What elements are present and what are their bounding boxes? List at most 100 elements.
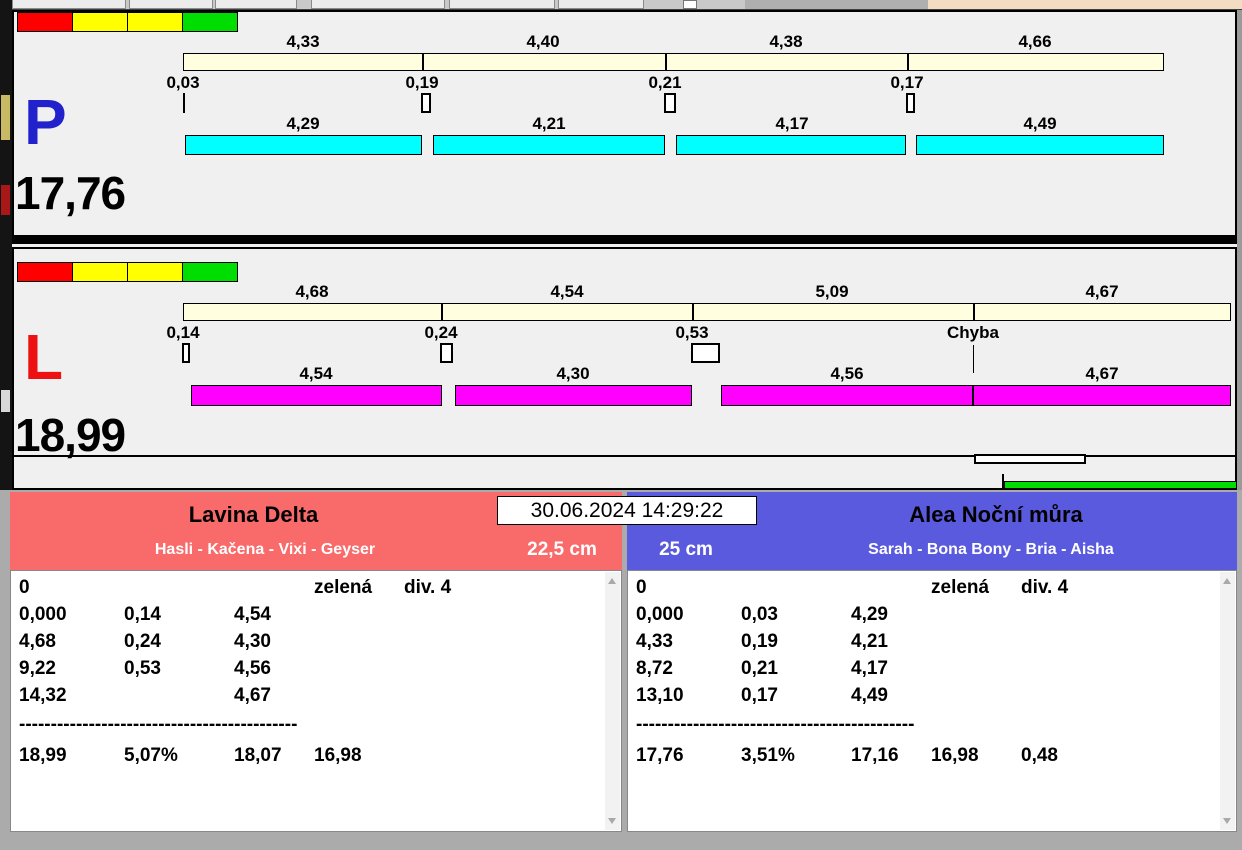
- result-cell: 0: [636, 577, 647, 598]
- changeover-box: [664, 93, 676, 113]
- split-bar-divider: [422, 53, 424, 71]
- traffic-light-L-segment: [127, 262, 183, 282]
- changeover-label: 0,14: [166, 323, 200, 342]
- result-cell: 8,72: [636, 658, 673, 679]
- result-cell: 4,56: [234, 658, 271, 679]
- dog-time-label: 4,29: [286, 114, 320, 133]
- scroll-up-icon[interactable]: [608, 578, 616, 584]
- split-bar-divider: [907, 53, 909, 71]
- leg-time-label: 4,33: [286, 32, 320, 51]
- background-tab: [311, 0, 445, 9]
- split-bar-divider: [973, 303, 975, 321]
- results-textarea-left[interactable]: 0 zelená div. 4 0,000 0,14 4,54 4,68 0,24 4,30 9,…: [10, 570, 622, 832]
- background-tab: [215, 0, 297, 9]
- background-fragment-yellow: [1, 95, 10, 140]
- split-bar-divider: [665, 53, 667, 71]
- split-bar-divider: [441, 303, 443, 321]
- result-cell: 0: [19, 577, 30, 598]
- traffic-light-P-segment: [72, 12, 128, 32]
- changeover-label: 0,53: [675, 323, 709, 342]
- result-cell: 0,14: [124, 604, 161, 625]
- result-cell: 0,48: [1021, 745, 1058, 766]
- traffic-light-P-segment: [127, 12, 183, 32]
- dog-run-bar-P: [433, 135, 665, 155]
- background-tab: [449, 0, 555, 9]
- lane-L-split-bar: [183, 303, 1231, 321]
- results-textarea-right[interactable]: 0 zelená div. 4 0,000 0,03 4,29 4,33 0,19 4,21 8,…: [627, 570, 1237, 832]
- result-cell: 16,98: [931, 745, 979, 766]
- changeover-box: [906, 93, 915, 113]
- result-cell: zelená: [931, 577, 990, 598]
- result-cell: 4,68: [19, 631, 56, 652]
- result-cell: 18,07: [234, 745, 282, 766]
- result-cell: 17,76: [636, 745, 684, 766]
- result-cell: 4,17: [851, 658, 888, 679]
- result-cell: div. 4: [404, 577, 452, 598]
- changeover-box: [421, 93, 431, 113]
- leg-time-label: 4,68: [295, 282, 329, 301]
- dog-time-label: 4,54: [299, 364, 333, 383]
- result-cell: 5,07%: [124, 745, 178, 766]
- team-right-members: Sarah - Bona Bony - Bria - Aisha: [868, 541, 1114, 558]
- background-window-top-strip: [12, 0, 1242, 10]
- dog-run-bar-P: [185, 135, 422, 155]
- changeover-box: [691, 343, 720, 363]
- background-fragment-light: [1, 390, 10, 412]
- background-strip-gray: [745, 0, 928, 9]
- background-tab: [12, 0, 126, 9]
- lane-total-P: 17,76: [15, 167, 126, 219]
- dog-run-bar-L: [455, 385, 692, 406]
- result-cell: 4,30: [234, 631, 271, 652]
- changeover-box: [440, 343, 453, 363]
- dog-run-bar-L: [721, 385, 973, 406]
- leg-time-label: 4,38: [769, 32, 803, 51]
- team-left-jump-height: 22,5 cm: [527, 539, 597, 560]
- results-rows-right: 0 zelená div. 4 0,000 0,03 4,29 4,33 0,19 4,21 8,…: [636, 577, 1216, 831]
- changeover-label: 0,21: [648, 73, 682, 92]
- leg-time-label: 4,40: [526, 32, 560, 51]
- lane-separator-bar: [12, 237, 1237, 244]
- result-cell: div. 4: [1021, 577, 1069, 598]
- dog-time-label: 4,17: [775, 114, 809, 133]
- scroll-down-icon[interactable]: [1223, 818, 1231, 824]
- result-cell: 0,17: [741, 685, 778, 706]
- result-cell: 0,24: [124, 631, 161, 652]
- changeover-label: 0,03: [166, 73, 200, 92]
- dog-time-label: 4,21: [532, 114, 566, 133]
- result-cell: 4,33: [636, 631, 673, 652]
- result-cell: 0,53: [124, 658, 161, 679]
- leg-time-label: 4,54: [550, 282, 584, 301]
- dog-run-bar-L: [973, 385, 1231, 406]
- background-tab-notch: [683, 0, 697, 9]
- background-fragment-red: [1, 185, 10, 215]
- dog-time-label: 4,49: [1023, 114, 1057, 133]
- dog-time-label: 4,30: [556, 364, 590, 383]
- result-cell: ----------------------------------------…: [19, 714, 298, 735]
- team-left-members: Hasli - Kačena - Vixi - Geyser: [154, 541, 376, 558]
- scroll-up-icon[interactable]: [1223, 578, 1231, 584]
- changeover-label: 0,24: [424, 323, 458, 342]
- scrollbar-right[interactable]: [1220, 572, 1235, 830]
- results-rows-left: 0 zelená div. 4 0,000 0,14 4,54 4,68 0,24 4,30 9,…: [19, 577, 601, 831]
- result-cell: 0,000: [19, 604, 67, 625]
- result-cell: 17,16: [851, 745, 899, 766]
- lane-total-L: 18,99: [15, 409, 126, 461]
- dog-time-label: 4,56: [830, 364, 864, 383]
- result-cell: 16,98: [314, 745, 362, 766]
- result-cell: 14,32: [19, 685, 67, 706]
- result-cell: 0,03: [741, 604, 778, 625]
- error-tick: [973, 345, 974, 373]
- leg-time-label: 4,66: [1018, 32, 1052, 51]
- background-tab: [558, 0, 644, 9]
- result-cell: 4,29: [851, 604, 888, 625]
- scrollbar-left[interactable]: [605, 572, 620, 830]
- team-left-name: Lavina Delta: [188, 502, 319, 527]
- scroll-down-icon[interactable]: [608, 818, 616, 824]
- lane-P-split-bar: [183, 53, 1164, 71]
- changeover-label: Chyba: [947, 323, 999, 342]
- split-bar-divider: [692, 303, 694, 321]
- window-right-edge: [1237, 10, 1242, 490]
- result-cell: ----------------------------------------…: [636, 714, 915, 735]
- result-cell: 0,21: [741, 658, 778, 679]
- background-tab: [129, 0, 213, 9]
